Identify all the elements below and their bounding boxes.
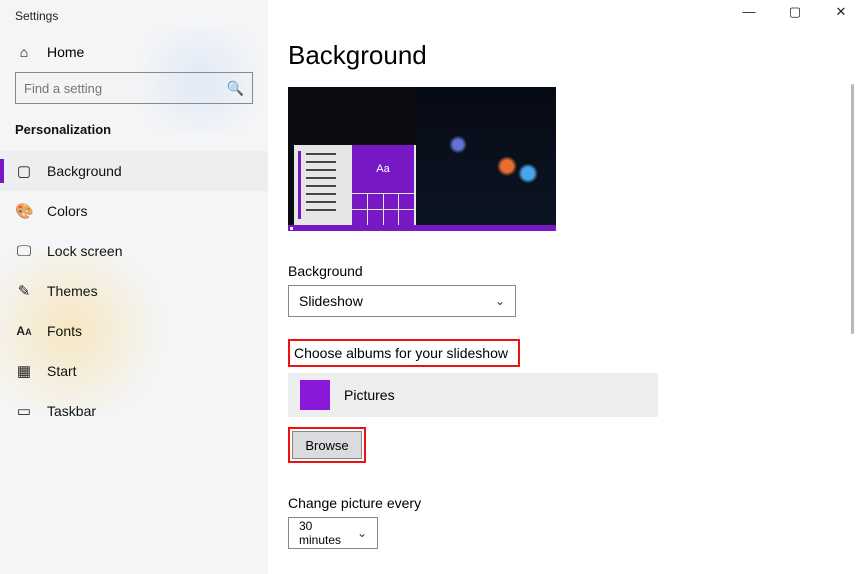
sidebar-item-label: Start	[47, 363, 77, 379]
content-area: — ▢ ✕ Background Aa	[268, 0, 857, 574]
sidebar: Settings ⌂ Home 🔍 Personalization ▢ Back…	[0, 0, 268, 574]
search-icon: 🔍	[227, 80, 244, 97]
pencil-icon: ✎	[15, 282, 33, 300]
window-title: Settings	[0, 0, 268, 32]
palette-icon: 🎨	[15, 202, 33, 220]
sidebar-item-background[interactable]: ▢ Background	[0, 151, 268, 191]
background-dropdown-value: Slideshow	[299, 293, 363, 309]
background-dropdown[interactable]: Slideshow ⌄	[288, 285, 516, 317]
chevron-down-icon: ⌄	[357, 526, 367, 540]
taskbar-icon: ▭	[15, 402, 33, 420]
sidebar-item-label: Themes	[47, 283, 98, 299]
sidebar-item-label: Fonts	[47, 323, 82, 339]
preview-taskbar	[288, 225, 556, 231]
search-box[interactable]: 🔍	[15, 72, 253, 104]
preview-wallpaper	[416, 87, 556, 231]
browse-highlight: Browse	[288, 427, 366, 463]
grid-icon: ▦	[15, 362, 33, 380]
album-name: Pictures	[344, 387, 395, 403]
sidebar-item-label: Colors	[47, 203, 87, 219]
home-icon: ⌂	[15, 44, 33, 60]
window-controls: — ▢ ✕	[739, 4, 851, 20]
sidebar-item-start[interactable]: ▦ Start	[0, 351, 268, 391]
sidebar-item-colors[interactable]: 🎨 Colors	[0, 191, 268, 231]
choose-albums-label: Choose albums for your slideshow	[288, 339, 520, 367]
chevron-down-icon: ⌄	[495, 294, 505, 308]
sidebar-item-themes[interactable]: ✎ Themes	[0, 271, 268, 311]
close-button[interactable]: ✕	[831, 4, 851, 20]
sidebar-item-label: Taskbar	[47, 403, 96, 419]
nav-home-label: Home	[47, 44, 84, 60]
background-label: Background	[288, 263, 857, 279]
maximize-button[interactable]: ▢	[785, 4, 805, 20]
sidebar-item-label: Lock screen	[47, 243, 122, 259]
font-icon: AA	[15, 324, 33, 338]
browse-button[interactable]: Browse	[292, 431, 362, 459]
category-title: Personalization	[0, 114, 268, 145]
change-picture-label: Change picture every	[288, 495, 857, 511]
album-item[interactable]: Pictures	[288, 373, 658, 417]
desktop-preview: Aa	[288, 87, 556, 231]
sidebar-item-lock-screen[interactable]: 🖵 Lock screen	[0, 231, 268, 271]
page-title: Background	[288, 40, 857, 71]
content-scrollbar[interactable]	[851, 84, 854, 334]
change-picture-dropdown[interactable]: 30 minutes ⌄	[288, 517, 378, 549]
search-input[interactable]	[24, 81, 227, 96]
change-picture-value: 30 minutes	[299, 519, 357, 547]
album-thumbnail	[300, 380, 330, 410]
sidebar-item-label: Background	[47, 163, 122, 179]
nav-home[interactable]: ⌂ Home	[0, 32, 268, 72]
image-icon: ▢	[15, 162, 33, 180]
preview-sample-text: Aa	[352, 145, 414, 193]
sidebar-item-fonts[interactable]: AA Fonts	[0, 311, 268, 351]
minimize-button[interactable]: —	[739, 4, 759, 20]
monitor-icon: 🖵	[15, 243, 33, 260]
sidebar-item-taskbar[interactable]: ▭ Taskbar	[0, 391, 268, 431]
preview-tiles: Aa	[352, 145, 414, 225]
